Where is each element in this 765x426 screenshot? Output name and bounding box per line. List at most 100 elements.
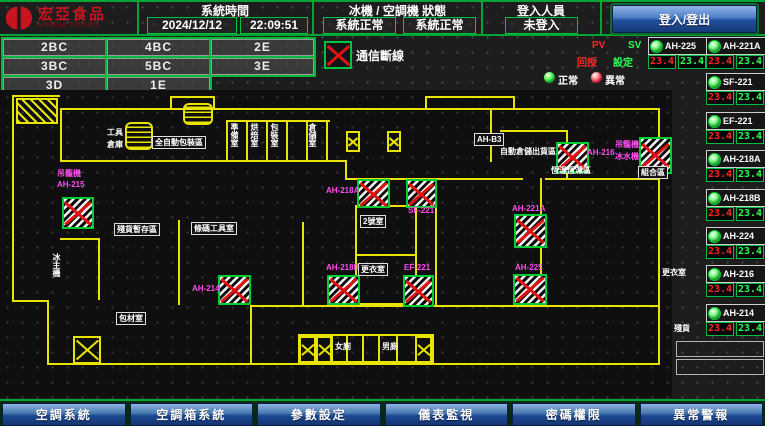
elevator-icon (415, 336, 432, 363)
unit-status-ah-214[interactable]: AH-214 (706, 304, 765, 322)
room-label-倉庫: 倉庫 (107, 140, 123, 149)
menu-button-參數設定[interactable]: 參數設定 (257, 403, 381, 426)
sv-value-ah-218b: 23.4 (736, 207, 764, 221)
unit-name: AH-218A (723, 154, 761, 164)
floor-button-3e[interactable]: 3E (211, 58, 314, 75)
elevator-icon (346, 131, 360, 152)
status-led-icon (708, 268, 721, 281)
menu-button-異常警報[interactable]: 異常警報 (640, 403, 764, 426)
unit-label-冰水機: 冰水機 (615, 152, 639, 161)
pv-value-ah-216: 23.4 (706, 283, 734, 297)
unit-marker-ah-225[interactable] (513, 274, 547, 305)
menu-button-儀表監視[interactable]: 儀表監視 (385, 403, 509, 426)
unit-label-AH-225: AH-225 (515, 263, 543, 272)
unit-label-AH-214: AH-214 (192, 284, 220, 293)
room-label-更衣室: 更衣室 (358, 263, 388, 276)
pv-value-sf-221: 23.4 (706, 91, 734, 105)
unit-status-ah-221a[interactable]: AH-221A (706, 37, 765, 55)
floor-button-2e[interactable]: 2E (211, 39, 314, 56)
elevator-icon (316, 336, 333, 363)
unit-marker-ah-214[interactable] (218, 275, 251, 305)
unit-name: AH-224 (723, 231, 754, 241)
menu-button-空調系統[interactable]: 空調系統 (2, 403, 126, 426)
pv-value-ah-221a: 23.4 (706, 55, 734, 69)
unit-status-ah-224[interactable]: AH-224 (706, 227, 765, 245)
unit-name: SF-221 (723, 77, 753, 87)
status-led-icon (708, 40, 721, 53)
sv-value-ah-224: 23.4 (736, 245, 764, 259)
room-label-倉儲室: 倉儲室 (308, 123, 317, 147)
bottom-menu: 空調系統空調箱系統參數設定儀表監視密碼權限異常警報 (0, 399, 765, 426)
status-led-icon (708, 153, 721, 166)
sv-value-ah-216: 23.4 (736, 283, 764, 297)
date-value: 2024/12/12 (147, 17, 237, 34)
chiller-status: 系統正常 (323, 17, 396, 34)
sv-value-ah-221a: 23.4 (736, 55, 764, 69)
pv-value-ah-214: 23.4 (706, 322, 734, 336)
room-label-包材室: 包材室 (116, 312, 146, 325)
unit-name: AH-218B (723, 193, 761, 203)
led-normal-icon (543, 71, 556, 84)
floor-button-3bc[interactable]: 3BC (3, 58, 106, 75)
sv-value-ah-225: 23.4 (678, 55, 706, 69)
room-label-冰主機: 冰主機 (52, 253, 61, 277)
unit-label-AH-216: AH-216 (587, 148, 615, 157)
empty-unit-slot (676, 359, 764, 375)
comm-loss-icon (324, 41, 352, 69)
room-label-恆溫恆濕區: 恆溫恆濕區 (551, 166, 591, 175)
elevator-icon (73, 336, 101, 364)
room-label-AH-B3: AH-B3 (474, 133, 504, 146)
unit-marker-ah-218b[interactable] (327, 275, 360, 305)
logo-icon (4, 4, 34, 32)
unit-status-ah-218a[interactable]: AH-218A (706, 150, 765, 168)
unit-status-sf-221[interactable]: SF-221 (706, 73, 765, 91)
unit-marker-ef-221[interactable] (403, 275, 434, 307)
status-led-icon (708, 76, 721, 89)
unit-status-ah-218b[interactable]: AH-218B (706, 189, 765, 207)
unit-name: EF-221 (723, 116, 753, 126)
sv-value-ah-214: 23.4 (736, 322, 764, 336)
sv-label: SV (628, 40, 641, 51)
logo-title: 宏亞食品 (38, 7, 106, 22)
status-led-icon (650, 40, 663, 53)
elevator-icon (387, 131, 401, 152)
room-label-女廁: 女廁 (335, 342, 351, 351)
unit-status-ef-221[interactable]: EF-221 (706, 112, 765, 130)
unit-name: AH-225 (665, 41, 696, 51)
room-label-殘貨暫存區: 殘貨暫存區 (114, 223, 160, 236)
unit-marker-ah-221a[interactable] (514, 214, 547, 248)
sv-value-sf-221: 23.4 (736, 91, 764, 105)
unit-label-AH-218B: AH-218B (326, 263, 359, 272)
time-value: 22:09:51 (240, 17, 308, 34)
room-label-殘貨: 殘貨 (674, 324, 690, 333)
logo-subtitle: HUNYA FOODS (38, 22, 106, 29)
menu-button-空調箱系統[interactable]: 空調箱系統 (130, 403, 254, 426)
unit-marker-ah-215[interactable] (62, 197, 94, 229)
pv-value-ah-225: 23.4 (648, 55, 676, 69)
unit-marker-ah-218a[interactable] (357, 179, 390, 208)
floor-button-2bc[interactable]: 2BC (3, 39, 106, 56)
room-label-自動倉儲出貨區: 自動倉儲出貨區 (500, 147, 556, 156)
led-abnormal-icon (590, 71, 603, 84)
floorplan: 吊籠機AH-215AH-214AH-218ASF-221AH-218BEF-22… (0, 90, 672, 398)
comm-loss-label: 通信斷線 (356, 47, 404, 64)
unit-marker-sf-221[interactable] (406, 179, 437, 208)
unit-status-ah-216[interactable]: AH-216 (706, 265, 765, 283)
pv-value-ah-224: 23.4 (706, 245, 734, 259)
sv-value-ef-221: 23.4 (736, 130, 764, 144)
floor-button-4bc[interactable]: 4BC (107, 39, 210, 56)
room-label-2號室: 2號室 (360, 215, 386, 228)
stairs-icon (125, 122, 153, 150)
status-led-icon (708, 115, 721, 128)
unit-label-SF-221: SF-221 (408, 206, 434, 215)
menu-button-密碼權限[interactable]: 密碼權限 (512, 403, 636, 426)
room-label-工具: 工具 (107, 128, 123, 137)
status-led-icon (708, 192, 721, 205)
unit-status-ah-225[interactable]: AH-225 (648, 37, 708, 55)
unit-label-EF-221: EF-221 (404, 263, 430, 272)
abnormal-label: 異常 (605, 72, 625, 87)
floor-button-5bc[interactable]: 5BC (107, 58, 210, 75)
login-logout-button[interactable]: 登入/登出 (612, 5, 757, 33)
room-label-全自動包裝區: 全自動包裝區 (152, 136, 206, 149)
setpoint-label: 設定 (613, 54, 633, 69)
